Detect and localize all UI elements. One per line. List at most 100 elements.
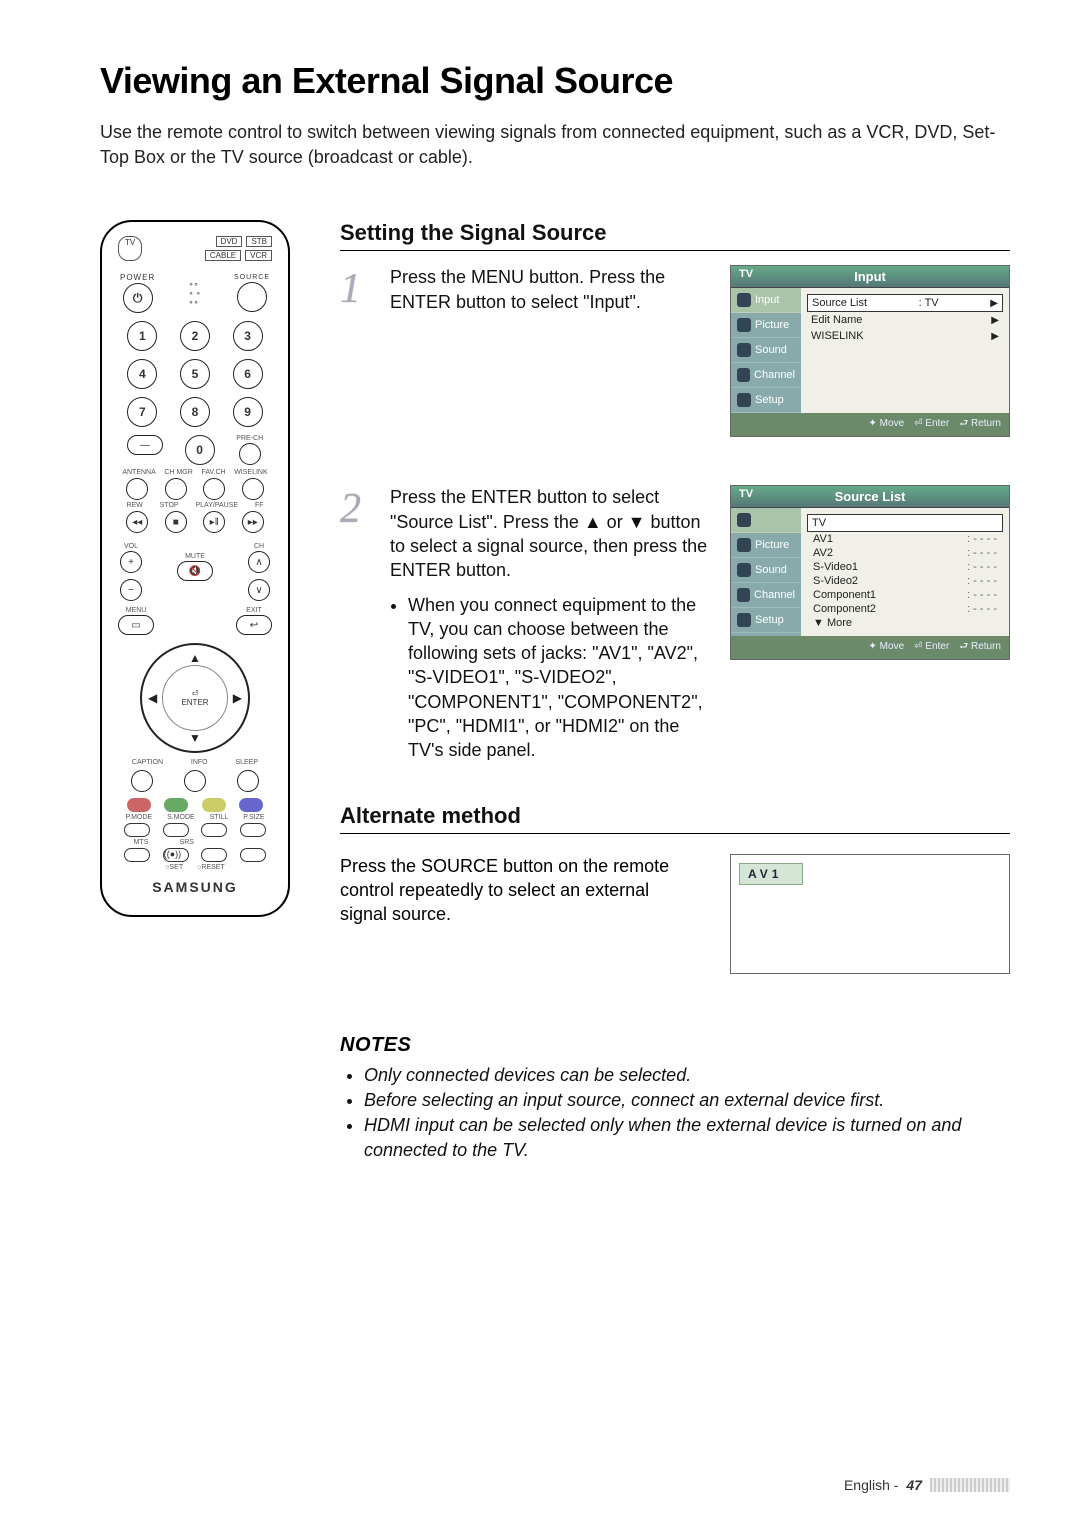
nav-up-icon[interactable]: ▲ bbox=[189, 651, 201, 665]
remote-mode-dvd[interactable]: DVD bbox=[216, 236, 243, 247]
notes-heading: NOTES bbox=[340, 1034, 1010, 1057]
power-button[interactable]: ⏻ bbox=[123, 283, 153, 313]
remote-mode-stb[interactable]: STB bbox=[246, 236, 272, 247]
nav-right-icon[interactable]: ▶ bbox=[233, 691, 242, 705]
osd2-tv-label: TV bbox=[739, 488, 753, 500]
num-3[interactable]: 3 bbox=[233, 321, 263, 351]
mute-label: MUTE bbox=[185, 553, 205, 560]
still-button[interactable] bbox=[201, 823, 227, 837]
psize-label: P.SIZE bbox=[243, 814, 264, 821]
remote-mode-vcr[interactable]: VCR bbox=[245, 250, 272, 261]
green-button[interactable] bbox=[164, 798, 188, 812]
smode-label: S.MODE bbox=[167, 814, 195, 821]
exit-label: EXIT bbox=[246, 607, 262, 614]
antenna-label: ANTENNA bbox=[122, 469, 155, 476]
osd2-row-component1: Component1: - - - - bbox=[807, 588, 1003, 602]
osd1-row-sourcelist: Source List: TV▶ bbox=[807, 294, 1003, 312]
osd2-tab-setup: Setup bbox=[731, 608, 801, 633]
dash-button[interactable]: — bbox=[127, 435, 163, 455]
osd2-row-tv: TV bbox=[807, 514, 1003, 532]
red-button[interactable] bbox=[127, 798, 151, 812]
power-label: POWER bbox=[120, 273, 155, 282]
osd2-tab-channel: Channel bbox=[731, 583, 801, 608]
osd2-row-svideo1: S-Video1: - - - - bbox=[807, 560, 1003, 574]
enter-button[interactable]: ⏎ENTER bbox=[175, 689, 215, 707]
num-2[interactable]: 2 bbox=[180, 321, 210, 351]
remote-mode-cable[interactable]: CABLE bbox=[205, 250, 241, 261]
ff-button[interactable]: ▸▸ bbox=[242, 511, 264, 533]
remote-mode-tv[interactable]: TV bbox=[118, 236, 142, 261]
osd2-row-component2: Component2: - - - - bbox=[807, 602, 1003, 616]
favch-button[interactable] bbox=[203, 478, 225, 500]
caption-label: CAPTION bbox=[132, 759, 163, 766]
info-button[interactable] bbox=[184, 770, 206, 792]
note-1: Only connected devices can be selected. bbox=[364, 1063, 1010, 1088]
menu-button[interactable]: ▭ bbox=[118, 615, 154, 635]
blue-button[interactable] bbox=[239, 798, 263, 812]
caption-button[interactable] bbox=[131, 770, 153, 792]
psize-button[interactable] bbox=[240, 823, 266, 837]
alternate-text: Press the SOURCE button on the remote co… bbox=[340, 854, 700, 974]
stop-button[interactable]: ■ bbox=[165, 511, 187, 533]
osd1-footer: ✦ Move⏎ Enter⮐ Return bbox=[731, 413, 1009, 436]
srs-button[interactable]: ((●)) bbox=[163, 848, 189, 862]
num-7[interactable]: 7 bbox=[127, 397, 157, 427]
note-2: Before selecting an input source, connec… bbox=[364, 1088, 1010, 1113]
still-label: STILL bbox=[210, 814, 229, 821]
rew-button[interactable]: ◂◂ bbox=[126, 511, 148, 533]
mute-button[interactable]: 🔇 bbox=[177, 561, 213, 581]
num-8[interactable]: 8 bbox=[180, 397, 210, 427]
ch-down[interactable]: ∨ bbox=[248, 579, 270, 601]
source-button[interactable] bbox=[237, 282, 267, 312]
extra-button-1[interactable] bbox=[201, 848, 227, 862]
osd1-row-editname: Edit Name▶ bbox=[807, 312, 1003, 328]
section-alternate: Alternate method bbox=[340, 803, 1010, 834]
notes-section: NOTES Only connected devices can be sele… bbox=[340, 1034, 1010, 1164]
osd2-footer: ✦ Move⏎ Enter⮐ Return bbox=[731, 636, 1009, 659]
step2-text: Press the ENTER button to select "Source… bbox=[390, 487, 707, 580]
num-9[interactable]: 9 bbox=[233, 397, 263, 427]
extra-button-2[interactable] bbox=[240, 848, 266, 862]
nav-down-icon[interactable]: ▼ bbox=[189, 731, 201, 745]
source-label: SOURCE bbox=[234, 274, 270, 281]
mts-button[interactable] bbox=[124, 848, 150, 862]
remote-illustration: TV DVD STB CABLE VCR POWER ⏻ ∘ bbox=[100, 220, 300, 1163]
exit-button[interactable]: ↩ bbox=[236, 615, 272, 635]
ch-up[interactable]: ∧ bbox=[248, 551, 270, 573]
vol-up[interactable]: + bbox=[120, 551, 142, 573]
num-6[interactable]: 6 bbox=[233, 359, 263, 389]
sleep-button[interactable] bbox=[237, 770, 259, 792]
pmode-button[interactable] bbox=[124, 823, 150, 837]
note-3: HDMI input can be selected only when the… bbox=[364, 1113, 1010, 1163]
nav-left-icon[interactable]: ◀ bbox=[148, 691, 157, 705]
vol-down[interactable]: − bbox=[120, 579, 142, 601]
play-button[interactable]: ▸‖ bbox=[203, 511, 225, 533]
srs-label: SRS bbox=[180, 839, 194, 846]
osd1-tab-picture: Picture bbox=[731, 313, 801, 338]
osd1-tv-label: TV bbox=[739, 268, 753, 280]
wiselink-label: WISELINK bbox=[234, 469, 267, 476]
osd-av1-banner: AV1 bbox=[730, 854, 1010, 974]
prech-button[interactable] bbox=[239, 443, 261, 465]
osd1-tab-setup: Setup bbox=[731, 388, 801, 413]
play-label: PLAY/PAUSE bbox=[196, 502, 239, 509]
osd2-row-svideo2: S-Video2: - - - - bbox=[807, 574, 1003, 588]
antenna-button[interactable] bbox=[126, 478, 148, 500]
num-5[interactable]: 5 bbox=[180, 359, 210, 389]
osd1-tab-input: Input bbox=[731, 288, 801, 313]
stop-label: STOP bbox=[160, 502, 179, 509]
wiselink-button[interactable] bbox=[242, 478, 264, 500]
osd2-tab-sound: Sound bbox=[731, 558, 801, 583]
yellow-button[interactable] bbox=[202, 798, 226, 812]
intro-text: Use the remote control to switch between… bbox=[100, 120, 1010, 170]
nav-ring[interactable]: ▲ ▼ ◀ ▶ ⏎ENTER bbox=[140, 643, 250, 753]
osd1-row-wiselink: WISELINK▶ bbox=[807, 328, 1003, 344]
osd1-tab-sound: Sound bbox=[731, 338, 801, 363]
step-number-1: 1 bbox=[340, 265, 374, 445]
num-1[interactable]: 1 bbox=[127, 321, 157, 351]
num-4[interactable]: 4 bbox=[127, 359, 157, 389]
smode-button[interactable] bbox=[163, 823, 189, 837]
num-0[interactable]: 0 bbox=[185, 435, 215, 465]
chmgr-button[interactable] bbox=[165, 478, 187, 500]
reset-label: ○RESET bbox=[197, 864, 225, 871]
